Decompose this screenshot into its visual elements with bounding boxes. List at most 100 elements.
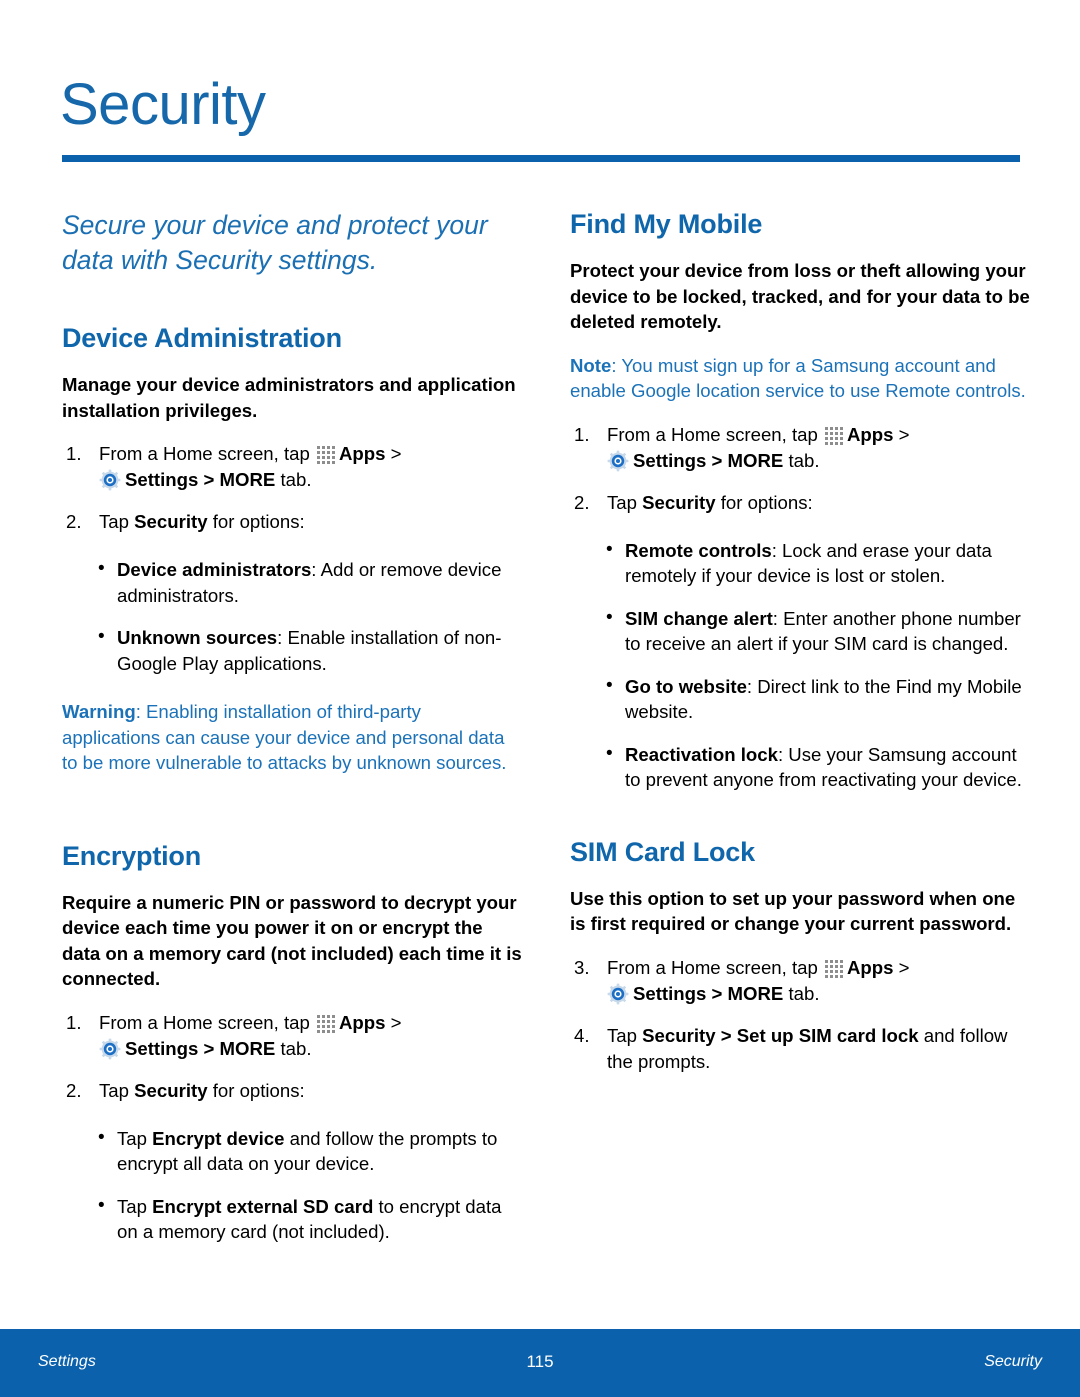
- option-pre: Tap: [117, 1195, 153, 1217]
- heading-device-administration: Device Administration: [62, 323, 342, 353]
- apps-label: Apps: [338, 1011, 386, 1033]
- settings-path-label: Settings > MORE: [633, 449, 784, 471]
- apps-label: Apps: [846, 423, 894, 445]
- step-text-pre: From a Home screen, tap: [99, 443, 315, 464]
- settings-path-label: Settings > MORE: [125, 1037, 276, 1059]
- settings-gear-icon: [607, 450, 629, 472]
- option-term: Go to website: [625, 675, 747, 697]
- step-text-pre: From a Home screen, tap: [607, 956, 823, 978]
- device-administration-steps: 1. From a Home screen, tap Apps > Settin…: [62, 441, 522, 535]
- step-item: 2. Tap Security for options:: [62, 509, 522, 535]
- step-item: 3. From a Home screen, tap Apps > Settin…: [570, 955, 1030, 1007]
- step-text-post: for options:: [715, 491, 813, 513]
- encryption-steps: 1. From a Home screen, tap Apps > Settin…: [62, 1010, 522, 1104]
- option-term: Device administrators: [117, 559, 312, 580]
- note-callout: Note: You must sign up for a Samsung acc…: [570, 353, 1030, 404]
- option-term: Unknown sources: [117, 627, 278, 648]
- settings-gear-icon: [99, 1038, 121, 1060]
- footer-topic-label: Security: [984, 1353, 1042, 1370]
- warning-callout: Warning: Enabling installation of third-…: [62, 699, 522, 776]
- step-number: 2.: [66, 1079, 82, 1101]
- option-pre: Tap: [117, 1127, 153, 1149]
- page-title: Security: [60, 72, 266, 137]
- step-text-pre: Tap: [99, 511, 135, 532]
- find-my-mobile-intro: Protect your device from loss or theft a…: [570, 260, 1030, 332]
- list-item: Reactivation lock: Use your Samsung acco…: [570, 741, 1030, 793]
- step-text-post: for options:: [207, 511, 305, 532]
- encryption-intro: Require a numeric PIN or password to dec…: [62, 891, 522, 990]
- warning-label: Warning: [62, 701, 136, 722]
- step-text-pre: Tap: [607, 491, 643, 513]
- step-number: 1.: [574, 423, 590, 445]
- title-divider: [62, 155, 1020, 162]
- step-text-post: tab.: [783, 449, 820, 471]
- step-number: 2.: [574, 491, 590, 513]
- find-my-mobile-steps: 1. From a Home screen, tap Apps > Settin…: [570, 422, 1030, 516]
- apps-label: Apps: [338, 443, 386, 464]
- note-label: Note: [570, 354, 612, 376]
- step-text-pre: From a Home screen, tap: [99, 1011, 315, 1033]
- step-text-post: for options:: [207, 1079, 305, 1101]
- footer-page-number: 115: [526, 1352, 554, 1371]
- option-term: SIM change alert: [625, 607, 773, 629]
- step-item: 2. Tap Security for options:: [62, 1078, 522, 1104]
- option-term: Remote controls: [625, 539, 772, 561]
- encryption-options: Tap Encrypt device and follow the prompt…: [62, 1125, 522, 1245]
- list-item: Unknown sources: Enable installation of …: [62, 624, 522, 676]
- step-bold-term: Security: [134, 1079, 208, 1101]
- option-term: Encrypt external SD card: [152, 1195, 374, 1217]
- note-text: : You must sign up for a Samsung account…: [570, 354, 1026, 402]
- sim-card-lock-steps: 3. From a Home screen, tap Apps > Settin…: [570, 955, 1030, 1075]
- right-column: Find My Mobile Protect your device from …: [570, 208, 1030, 1091]
- step-item: 1. From a Home screen, tap Apps > Settin…: [62, 441, 522, 493]
- lead-paragraph: Secure your device and protect your data…: [62, 210, 488, 275]
- apps-grid-icon: [824, 959, 844, 978]
- apps-grid-icon: [316, 446, 336, 464]
- list-item: Go to website: Direct link to the Find m…: [570, 673, 1030, 725]
- step-text-post: tab.: [275, 1037, 312, 1059]
- settings-gear-icon: [607, 983, 629, 1005]
- step-bold-term: Security > Set up SIM card lock: [642, 1024, 919, 1046]
- list-item: Tap Encrypt external SD card to encrypt …: [62, 1193, 522, 1245]
- step-text-post: tab.: [783, 982, 820, 1004]
- option-term: Reactivation lock: [625, 743, 778, 765]
- step-item: 4. Tap Security > Set up SIM card lock an…: [570, 1023, 1030, 1075]
- sim-card-lock-intro: Use this option to set up your password …: [570, 887, 1016, 935]
- step-item: 1. From a Home screen, tap Apps > Settin…: [570, 422, 1030, 474]
- device-administration-intro: Manage your device administrators and ap…: [62, 374, 516, 421]
- step-text-mid: >: [385, 443, 402, 464]
- step-number: 2.: [66, 511, 82, 532]
- step-bold-term: Security: [642, 491, 716, 513]
- find-my-mobile-options: Remote controls: Lock and erase your dat…: [570, 537, 1030, 793]
- left-column: Secure your device and protect your data…: [62, 208, 522, 1262]
- step-text-mid: >: [893, 423, 910, 445]
- step-number: 1.: [66, 443, 82, 464]
- list-item: Remote controls: Lock and erase your dat…: [570, 537, 1030, 589]
- step-text-pre: Tap: [99, 1079, 135, 1101]
- list-item: Device administrators: Add or remove dev…: [62, 556, 522, 608]
- settings-gear-icon: [99, 469, 121, 491]
- apps-label: Apps: [846, 956, 894, 978]
- heading-find-my-mobile: Find My Mobile: [570, 209, 763, 239]
- list-item: SIM change alert: Enter another phone nu…: [570, 605, 1030, 657]
- device-administration-options: Device administrators: Add or remove dev…: [62, 556, 522, 676]
- apps-grid-icon: [824, 426, 844, 445]
- document-page: Security Secure your device and protect …: [0, 0, 1080, 1397]
- step-number: 4.: [574, 1024, 590, 1046]
- step-item: 2. Tap Security for options:: [570, 490, 1030, 516]
- step-number: 1.: [66, 1011, 82, 1033]
- step-text-pre: From a Home screen, tap: [607, 423, 823, 445]
- step-number: 3.: [574, 956, 590, 978]
- option-term: Encrypt device: [152, 1127, 285, 1149]
- list-item: Tap Encrypt device and follow the prompt…: [62, 1125, 522, 1177]
- step-text-mid: >: [385, 1011, 402, 1033]
- step-item: 1. From a Home screen, tap Apps > Settin…: [62, 1010, 522, 1062]
- heading-sim-card-lock: SIM Card Lock: [570, 836, 755, 867]
- step-text-mid: >: [893, 956, 910, 978]
- step-text-post: tab.: [275, 469, 312, 490]
- step-text-pre: Tap: [607, 1024, 643, 1046]
- page-footer: Settings 115 Security: [0, 1329, 1080, 1397]
- settings-path-label: Settings > MORE: [125, 469, 276, 490]
